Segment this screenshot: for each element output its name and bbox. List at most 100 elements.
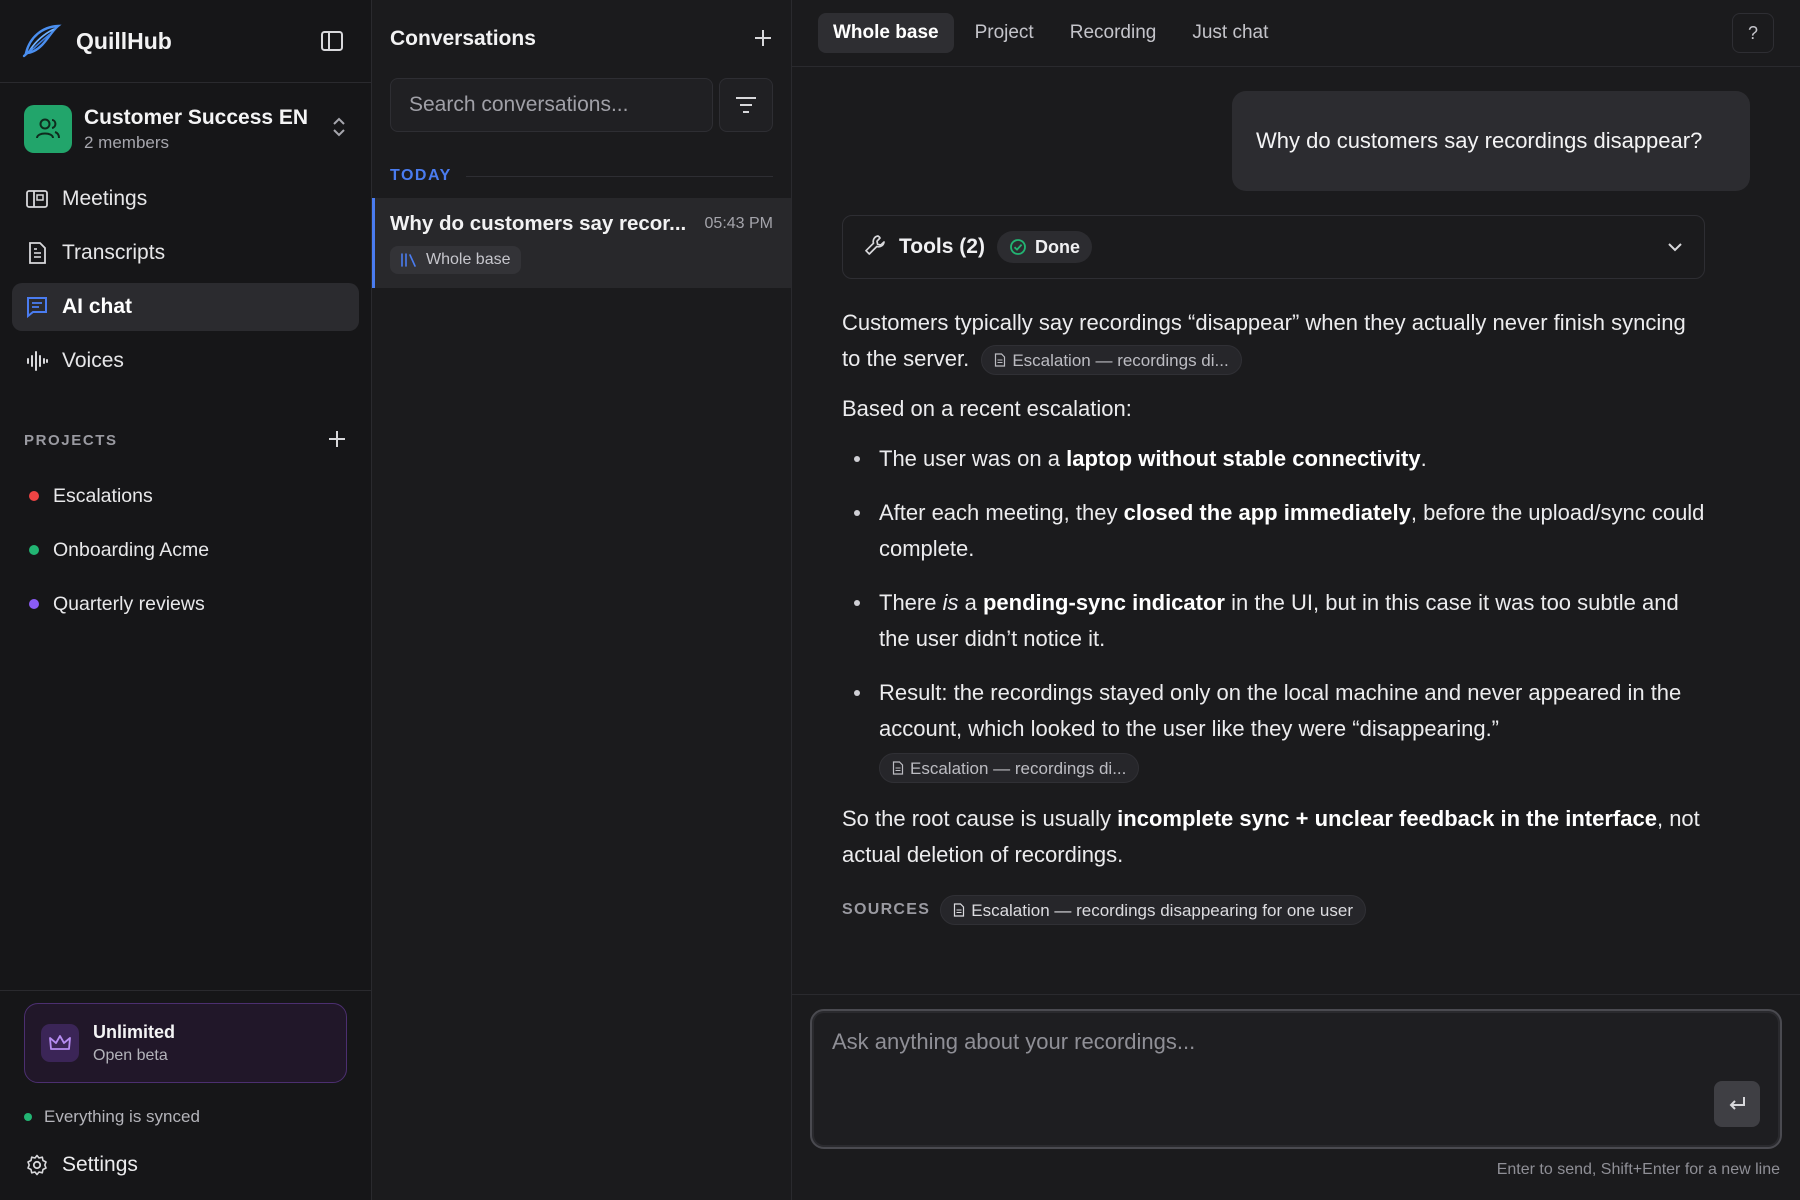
conversation-scope-tag: Whole base [390,246,521,274]
document-icon [994,353,1006,367]
plan-name: Unlimited [93,1021,176,1042]
project-item-quarterly-reviews[interactable]: Quarterly reviews [24,577,347,631]
sidebar-footer: Unlimited Open beta Everything is synced… [0,990,371,1200]
conversations-title: Conversations [390,27,536,50]
source-chip[interactable]: Escalation — recordings di... [879,753,1140,784]
projects-header: PROJECTS [0,425,371,455]
project-item-onboarding-acme[interactable]: Onboarding Acme [24,523,347,577]
answer-paragraph: Based on a recent escalation: [842,396,1132,421]
list-item: Result: the recordings stayed only on th… [842,675,1705,784]
conversation-title: Why do customers say recor... [390,212,687,235]
brand-name: QuillHub [76,27,172,54]
document-icon [24,240,50,266]
tools-summary-toggle[interactable]: Tools (2) Done [842,215,1705,279]
nav-item-voices[interactable]: Voices [12,337,359,385]
answer-text: Customers typically say recordings “disa… [842,310,1686,371]
brand-header: QuillHub [0,0,371,83]
collapse-sidebar-button[interactable] [315,24,349,58]
enter-icon [1729,1097,1745,1110]
composer [810,1009,1782,1149]
quill-logo-icon [22,21,62,61]
conversation-tag-label: Whole base [426,251,511,268]
source-chip-label: Escalation — recordings disappearing for… [971,900,1354,920]
workspace-members: 2 members [84,132,170,152]
document-icon [953,903,965,917]
waveform-icon [24,348,50,374]
send-button[interactable] [1714,1081,1760,1127]
nav-item-meetings[interactable]: Meetings [12,175,359,223]
list-item: The user was on a laptop without stable … [842,441,1705,477]
scope-tabs: Whole base Project Recording Just chat ? [792,0,1800,67]
tab-whole-base[interactable]: Whole base [818,13,954,53]
assistant-answer: Customers typically say recordings “disa… [842,305,1705,873]
tab-project[interactable]: Project [960,13,1049,53]
project-item-escalations[interactable]: Escalations [24,469,347,523]
plan-subtitle: Open beta [93,1046,168,1064]
project-color-dot [29,599,39,609]
source-chip-label: Escalation — recordings di... [1012,350,1229,370]
answer-paragraph: Customers typically say recordings “disa… [842,305,1705,377]
tab-recording[interactable]: Recording [1055,13,1172,53]
main-nav: Meetings Transcripts AI chat Voices [0,171,371,395]
plan-card[interactable]: Unlimited Open beta [24,1003,347,1083]
chat-icon [24,294,50,320]
message-input[interactable] [812,1011,1780,1147]
section-label: TODAY [390,167,452,184]
wrench-icon [863,233,887,262]
list-item: After each meeting, they closed the app … [842,495,1705,567]
plus-icon [755,30,771,46]
crown-icon [41,1024,79,1062]
composer-hint: Enter to send, Shift+Enter for a new lin… [1496,1161,1780,1178]
tab-just-chat[interactable]: Just chat [1177,13,1283,53]
sync-dot-icon [24,1113,32,1121]
conversation-time: 05:43 PM [704,215,773,232]
conversations-panel: Conversations TODAY Why do customers say… [372,0,792,1200]
composer-area: Enter to send, Shift+Enter for a new lin… [792,994,1800,1179]
source-chip-label: Escalation — recordings di... [910,758,1127,778]
gear-icon [24,1152,50,1178]
section-today: TODAY [372,166,791,186]
project-label: Escalations [53,484,153,507]
add-project-button[interactable] [327,427,347,453]
nav-label: AI chat [62,295,133,318]
workspace-avatar [24,105,72,153]
tools-status-badge: Done [996,231,1092,263]
sources-label: SOURCES [842,901,931,919]
filter-icon [736,97,756,113]
settings-button[interactable]: Settings [24,1145,347,1185]
conversations-header: Conversations [372,0,791,78]
nav-label: Voices [62,349,124,372]
answer-conclusion: So the root cause is usually incomplete … [842,806,1700,868]
chat-thread: Why do customers say recordings disappea… [792,67,1800,926]
projects-title: PROJECTS [24,431,118,449]
filter-button[interactable] [719,78,773,132]
search-conversations-input[interactable] [390,78,713,132]
workspace-name: Customer Success EN [84,105,309,129]
conversation-item[interactable]: Why do customers say recor... 05:43 PM W… [372,198,791,288]
meetings-icon [24,186,50,212]
search-row [372,78,791,132]
nav-item-transcripts[interactable]: Transcripts [12,229,359,277]
source-chip[interactable]: Escalation — recordings disappearing for… [940,895,1367,926]
nav-item-ai-chat[interactable]: AI chat [12,283,359,331]
chevron-down-icon [1666,241,1684,253]
project-color-dot [29,545,39,555]
workspace-switcher[interactable]: Customer Success EN 2 members [0,83,371,171]
help-button[interactable]: ? [1732,13,1774,53]
tools-label: Tools (2) [899,235,985,258]
tools-status-text: Done [1034,236,1080,257]
settings-label: Settings [62,1153,138,1176]
project-label: Quarterly reviews [53,592,205,615]
document-icon [892,761,904,775]
section-divider [465,175,773,177]
project-list: Escalations Onboarding Acme Quarterly re… [0,455,371,631]
sidebar-toggle-icon [321,31,343,51]
library-icon [400,252,418,268]
user-message: Why do customers say recordings disappea… [1232,91,1750,191]
project-label: Onboarding Acme [53,538,210,561]
users-icon [36,118,60,139]
source-chip[interactable]: Escalation — recordings di... [981,345,1242,376]
sidebar: QuillHub Customer Success EN 2 members M… [0,0,372,1200]
new-conversation-button[interactable] [753,25,773,53]
check-circle-icon [1009,238,1027,256]
